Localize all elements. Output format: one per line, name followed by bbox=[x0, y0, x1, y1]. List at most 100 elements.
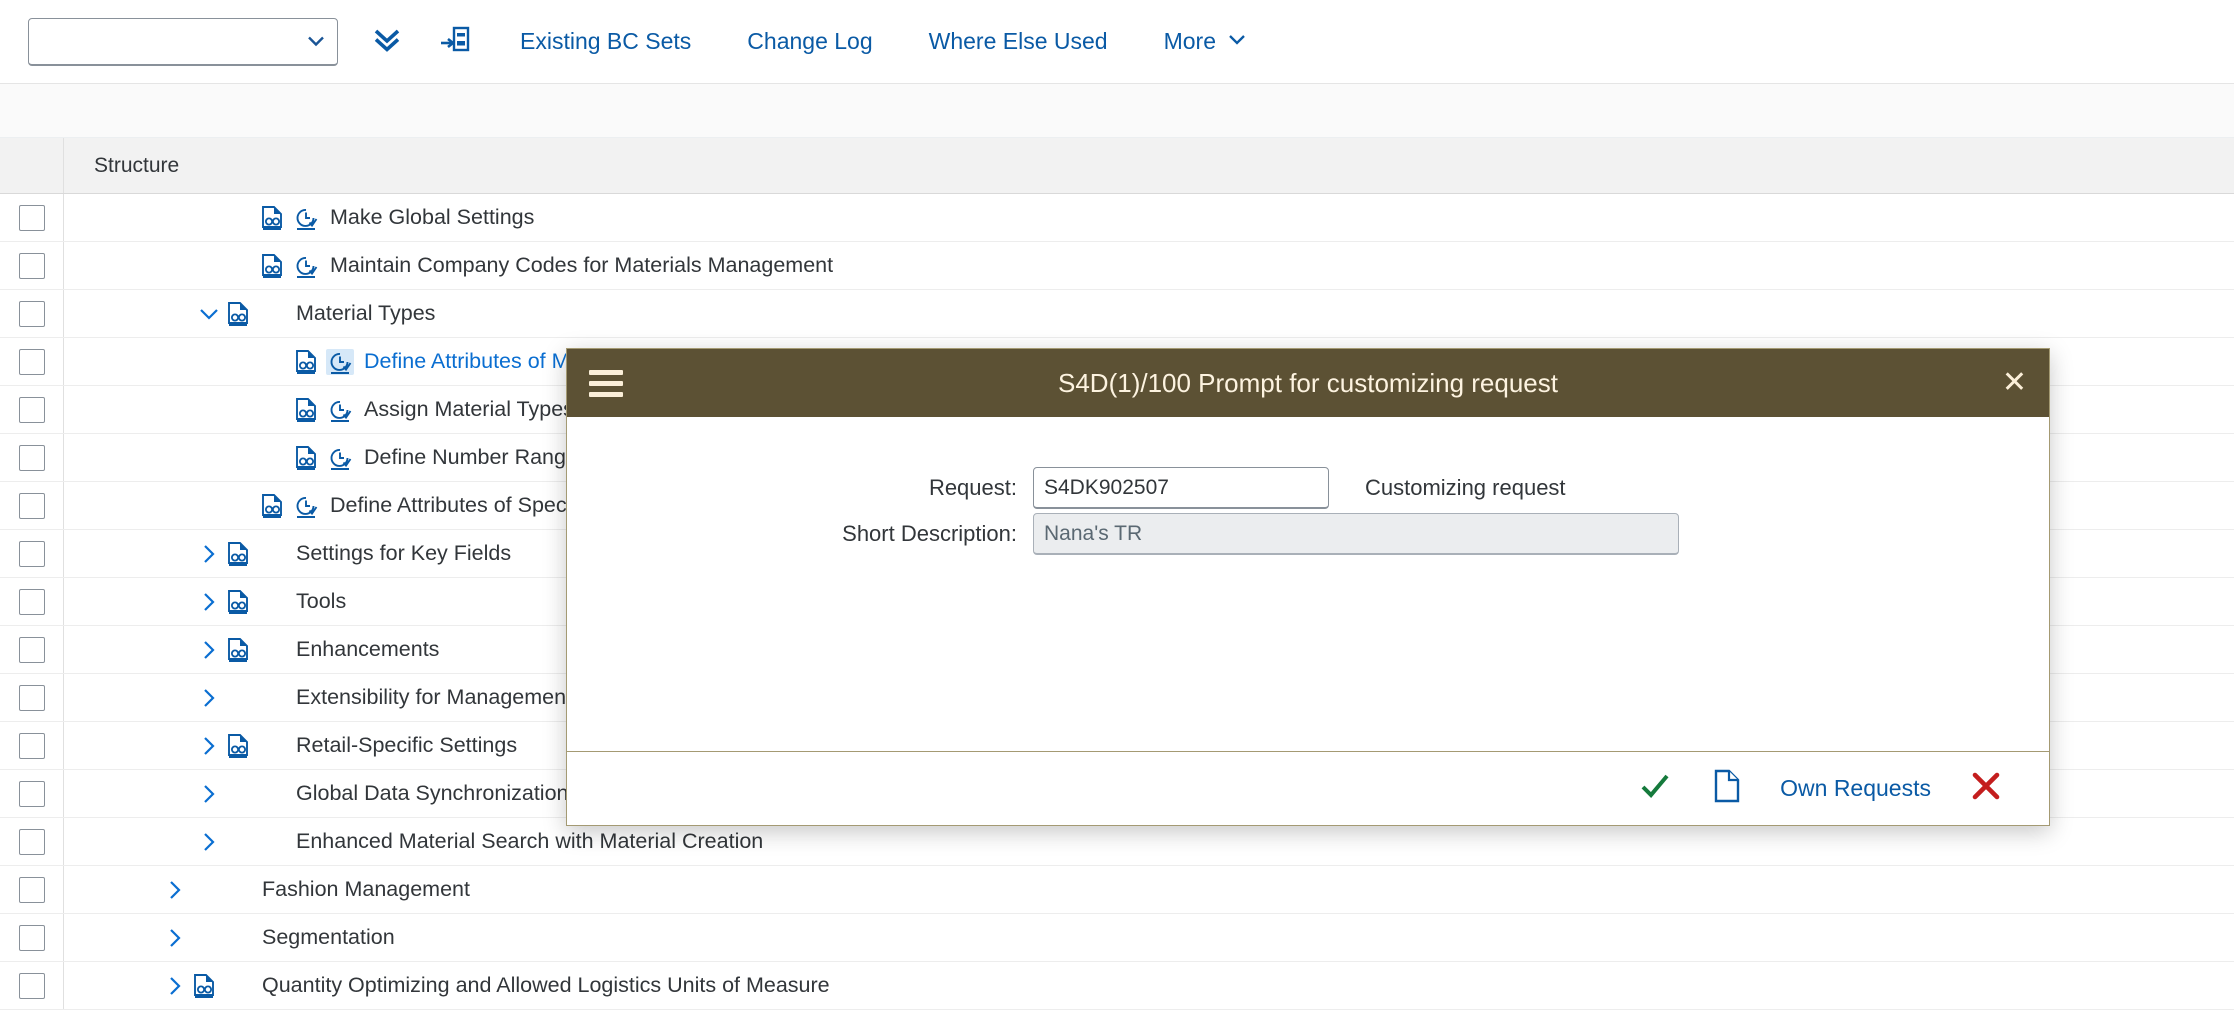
tree-node-label[interactable]: Tools bbox=[296, 589, 346, 614]
img-activity-document-icon bbox=[224, 733, 252, 759]
tree-node-label[interactable]: Material Types bbox=[296, 301, 435, 326]
row-structure-cell: Quantity Optimizing and Allowed Logistic… bbox=[64, 962, 2234, 1009]
table-row[interactable]: Quantity Optimizing and Allowed Logistic… bbox=[0, 962, 2234, 1010]
row-checkbox[interactable] bbox=[19, 877, 45, 903]
row-checkbox[interactable] bbox=[19, 733, 45, 759]
confirm-button[interactable] bbox=[1618, 763, 1692, 815]
cancel-button[interactable] bbox=[1949, 763, 2023, 815]
close-icon[interactable]: ✕ bbox=[2002, 368, 2027, 398]
table-row[interactable]: Fashion Management bbox=[0, 866, 2234, 914]
change-history-clock-icon bbox=[292, 253, 320, 279]
expand-chevron-right-icon[interactable] bbox=[160, 879, 190, 901]
row-checkbox[interactable] bbox=[19, 205, 45, 231]
column-header-structure: Structure bbox=[64, 154, 2234, 178]
change-history-clock-icon bbox=[326, 349, 354, 375]
short-description-field-row: Short Description: Nana's TR bbox=[567, 513, 2049, 555]
toolbar-link-existing-bc-sets[interactable]: Existing BC Sets bbox=[500, 28, 711, 55]
expand-chevron-right-icon[interactable] bbox=[160, 975, 190, 997]
tree-node-label[interactable]: Fashion Management bbox=[262, 877, 470, 902]
toolbar-link-change-log[interactable]: Change Log bbox=[727, 28, 892, 55]
hamburger-menu-icon[interactable] bbox=[589, 370, 623, 397]
expand-chevron-right-icon[interactable] bbox=[160, 927, 190, 949]
short-description-input[interactable]: Nana's TR bbox=[1033, 513, 1679, 555]
own-requests-link[interactable]: Own Requests bbox=[1762, 775, 1949, 802]
short-description-label: Short Description: bbox=[567, 521, 1033, 547]
tree-node-label[interactable]: Make Global Settings bbox=[330, 205, 534, 230]
row-checkbox-cell bbox=[0, 482, 64, 529]
tree-node-label[interactable]: Global Data Synchronization bbox=[296, 781, 569, 806]
tree-node-label[interactable]: Segmentation bbox=[262, 925, 395, 950]
dialog-body: Request: S4DK902507 Customizing request … bbox=[567, 417, 2049, 751]
tree-node-label[interactable]: Retail-Specific Settings bbox=[296, 733, 517, 758]
tree-node-label[interactable]: Settings for Key Fields bbox=[296, 541, 511, 566]
tree-node-label[interactable]: Quantity Optimizing and Allowed Logistic… bbox=[262, 973, 830, 998]
row-checkbox[interactable] bbox=[19, 685, 45, 711]
img-activity-document-icon bbox=[224, 541, 252, 567]
collapse-all-button[interactable] bbox=[364, 18, 410, 66]
row-checkbox[interactable] bbox=[19, 445, 45, 471]
request-label: Request: bbox=[567, 475, 1033, 501]
row-checkbox-cell bbox=[0, 962, 64, 1009]
row-checkbox-cell bbox=[0, 242, 64, 289]
img-activity-document-icon bbox=[292, 445, 320, 471]
row-checkbox-cell bbox=[0, 866, 64, 913]
row-checkbox[interactable] bbox=[19, 253, 45, 279]
row-checkbox[interactable] bbox=[19, 781, 45, 807]
row-checkbox[interactable] bbox=[19, 349, 45, 375]
row-checkbox-cell bbox=[0, 338, 64, 385]
row-structure-cell: Material Types bbox=[64, 290, 2234, 337]
row-structure-cell: Maintain Company Codes for Materials Man… bbox=[64, 242, 2234, 289]
expand-chevron-right-icon[interactable] bbox=[194, 735, 224, 757]
row-checkbox[interactable] bbox=[19, 973, 45, 999]
row-checkbox[interactable] bbox=[19, 829, 45, 855]
toolbar-more-label: More bbox=[1164, 28, 1216, 55]
row-checkbox[interactable] bbox=[19, 301, 45, 327]
row-checkbox-cell bbox=[0, 674, 64, 721]
toolbar-link-label: Change Log bbox=[747, 28, 872, 55]
expand-chevron-right-icon[interactable] bbox=[194, 831, 224, 853]
table-row[interactable]: Material Types bbox=[0, 290, 2234, 338]
row-checkbox[interactable] bbox=[19, 589, 45, 615]
img-activity-document-icon bbox=[224, 301, 252, 327]
application-toolbar: Existing BC Sets Change Log Where Else U… bbox=[0, 0, 2234, 84]
tree-node-label[interactable]: Enhancements bbox=[296, 637, 439, 662]
row-checkbox-cell bbox=[0, 290, 64, 337]
change-history-clock-icon bbox=[326, 445, 354, 471]
row-checkbox[interactable] bbox=[19, 925, 45, 951]
toolbar-link-label: Where Else Used bbox=[929, 28, 1108, 55]
row-checkbox[interactable] bbox=[19, 493, 45, 519]
expand-chevron-right-icon[interactable] bbox=[194, 639, 224, 661]
table-row[interactable]: Maintain Company Codes for Materials Man… bbox=[0, 242, 2234, 290]
structure-select-dropdown[interactable] bbox=[28, 18, 338, 66]
toolbar-more-button[interactable]: More bbox=[1144, 28, 1248, 56]
create-request-button[interactable] bbox=[1692, 763, 1762, 815]
row-checkbox[interactable] bbox=[19, 637, 45, 663]
tree-node-label[interactable]: Maintain Company Codes for Materials Man… bbox=[330, 253, 833, 278]
new-document-icon bbox=[1712, 769, 1742, 808]
expand-chevron-right-icon[interactable] bbox=[194, 687, 224, 709]
img-activity-document-icon bbox=[224, 637, 252, 663]
img-activity-document-icon bbox=[190, 973, 218, 999]
table-row[interactable]: Segmentation bbox=[0, 914, 2234, 962]
row-checkbox-cell bbox=[0, 722, 64, 769]
transfer-to-document-button[interactable] bbox=[432, 18, 478, 66]
table-row[interactable]: Make Global Settings bbox=[0, 194, 2234, 242]
row-checkbox-cell bbox=[0, 770, 64, 817]
toolbar-link-where-else-used[interactable]: Where Else Used bbox=[909, 28, 1128, 55]
row-checkbox[interactable] bbox=[19, 397, 45, 423]
img-activity-document-icon bbox=[258, 253, 286, 279]
tree-node-label[interactable]: Enhanced Material Search with Material C… bbox=[296, 829, 763, 854]
expand-chevron-right-icon[interactable] bbox=[194, 543, 224, 565]
row-checkbox-cell bbox=[0, 626, 64, 673]
request-input[interactable]: S4DK902507 bbox=[1033, 467, 1329, 509]
collapse-chevron-down-icon[interactable] bbox=[194, 304, 224, 324]
row-checkbox[interactable] bbox=[19, 541, 45, 567]
img-activity-document-icon bbox=[292, 397, 320, 423]
expand-chevron-right-icon[interactable] bbox=[194, 591, 224, 613]
row-checkbox-cell bbox=[0, 434, 64, 481]
row-structure-cell: Make Global Settings bbox=[64, 194, 2234, 241]
dialog-title-bar: S4D(1)/100 Prompt for customizing reques… bbox=[567, 349, 2049, 417]
expand-chevron-right-icon[interactable] bbox=[194, 783, 224, 805]
img-activity-document-icon bbox=[258, 205, 286, 231]
change-history-clock-icon bbox=[292, 493, 320, 519]
